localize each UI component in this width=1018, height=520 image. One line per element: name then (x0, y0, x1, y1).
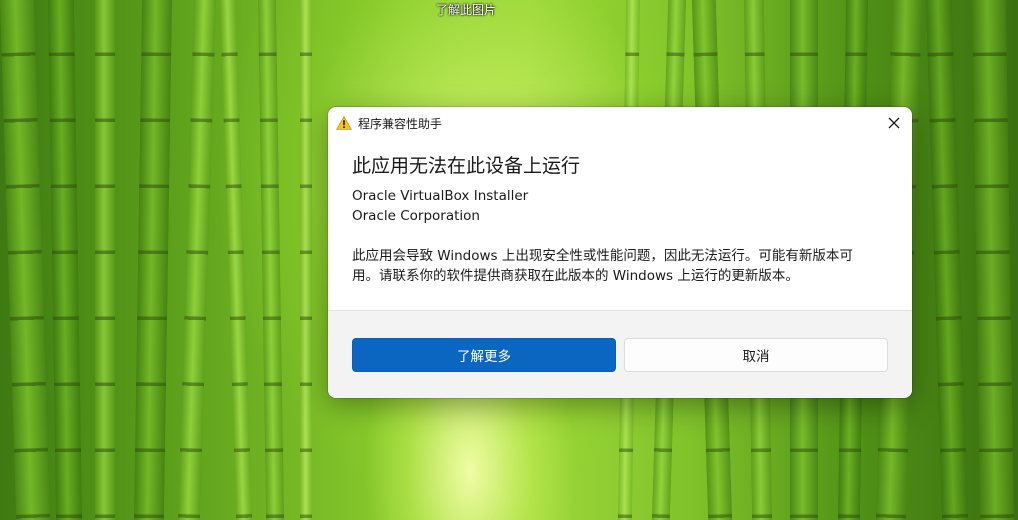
app-name: Oracle VirtualBox Installer (352, 188, 529, 204)
dialog-heading: 此应用无法在此设备上运行 (352, 155, 581, 177)
learn-about-picture-link[interactable]: 了解此图片 (0, 1, 932, 18)
cancel-button[interactable]: 取消 (624, 338, 888, 372)
bamboo-stalk (95, 0, 115, 520)
bamboo-stalk (925, 0, 969, 520)
bamboo-stalk (47, 0, 83, 520)
dialog-titlebar: 程序兼容性助手 (328, 107, 912, 139)
bamboo-stalk (219, 0, 253, 520)
bamboo-stalk (133, 0, 173, 520)
bamboo-stalk (257, 0, 285, 520)
learn-more-button[interactable]: 了解更多 (352, 338, 616, 372)
dialog-title: 程序兼容性助手 (358, 117, 443, 131)
dialog-message: 此应用会导致 Windows 上出现安全性或性能问题，因此无法运行。可能有新版本… (352, 248, 853, 284)
close-button[interactable] (880, 111, 908, 135)
bamboo-stalk (971, 0, 1015, 520)
compatibility-dialog: 程序兼容性助手 此应用无法在此设备上运行 Oracle VirtualBox I… (328, 107, 912, 398)
close-icon (888, 117, 900, 129)
bamboo-stalk (177, 0, 217, 520)
dialog-footer: 了解更多 取消 (328, 310, 912, 398)
warning-icon (336, 116, 352, 130)
app-publisher: Oracle Corporation (352, 208, 480, 224)
bamboo-stalk (0, 0, 51, 520)
bamboo-stalk (300, 0, 312, 520)
